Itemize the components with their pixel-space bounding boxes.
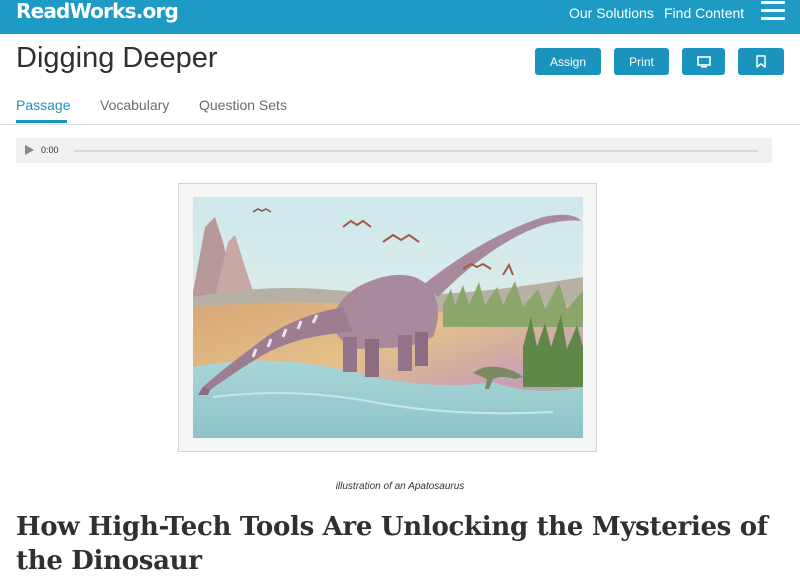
apatosaurus-illustration: [193, 197, 583, 438]
top-nav-bar: ReadWorks.org Our Solutions Find Content: [0, 0, 800, 34]
present-button[interactable]: [682, 48, 725, 75]
illustration-caption: illustration of an Apatosaurus: [335, 481, 465, 492]
tabs-divider: [0, 124, 800, 125]
audio-player: 0:00: [16, 138, 772, 163]
audio-time: 0:00: [41, 145, 59, 155]
hamburger-menu-icon[interactable]: [761, 1, 785, 21]
bookmark-button[interactable]: [738, 48, 784, 75]
print-button[interactable]: Print: [614, 48, 669, 75]
active-tab-indicator: [16, 120, 67, 123]
audio-progress-track[interactable]: [74, 150, 758, 152]
assign-button[interactable]: Assign: [535, 48, 601, 75]
monitor-icon: [696, 55, 711, 68]
page-title: Digging Deeper: [16, 42, 218, 74]
tab-passage[interactable]: Passage: [16, 97, 70, 113]
tab-question-sets[interactable]: Question Sets: [199, 97, 287, 113]
bookmark-icon: [756, 55, 766, 68]
tab-vocabulary[interactable]: Vocabulary: [100, 97, 169, 113]
play-icon[interactable]: [25, 145, 34, 155]
readworks-logo[interactable]: ReadWorks.org: [16, 0, 179, 23]
article-title: How High-Tech Tools Are Unlocking the My…: [16, 512, 768, 576]
illustration-frame: [178, 183, 597, 452]
nav-find-content[interactable]: Find Content: [664, 5, 744, 21]
nav-our-solutions[interactable]: Our Solutions: [569, 5, 654, 21]
